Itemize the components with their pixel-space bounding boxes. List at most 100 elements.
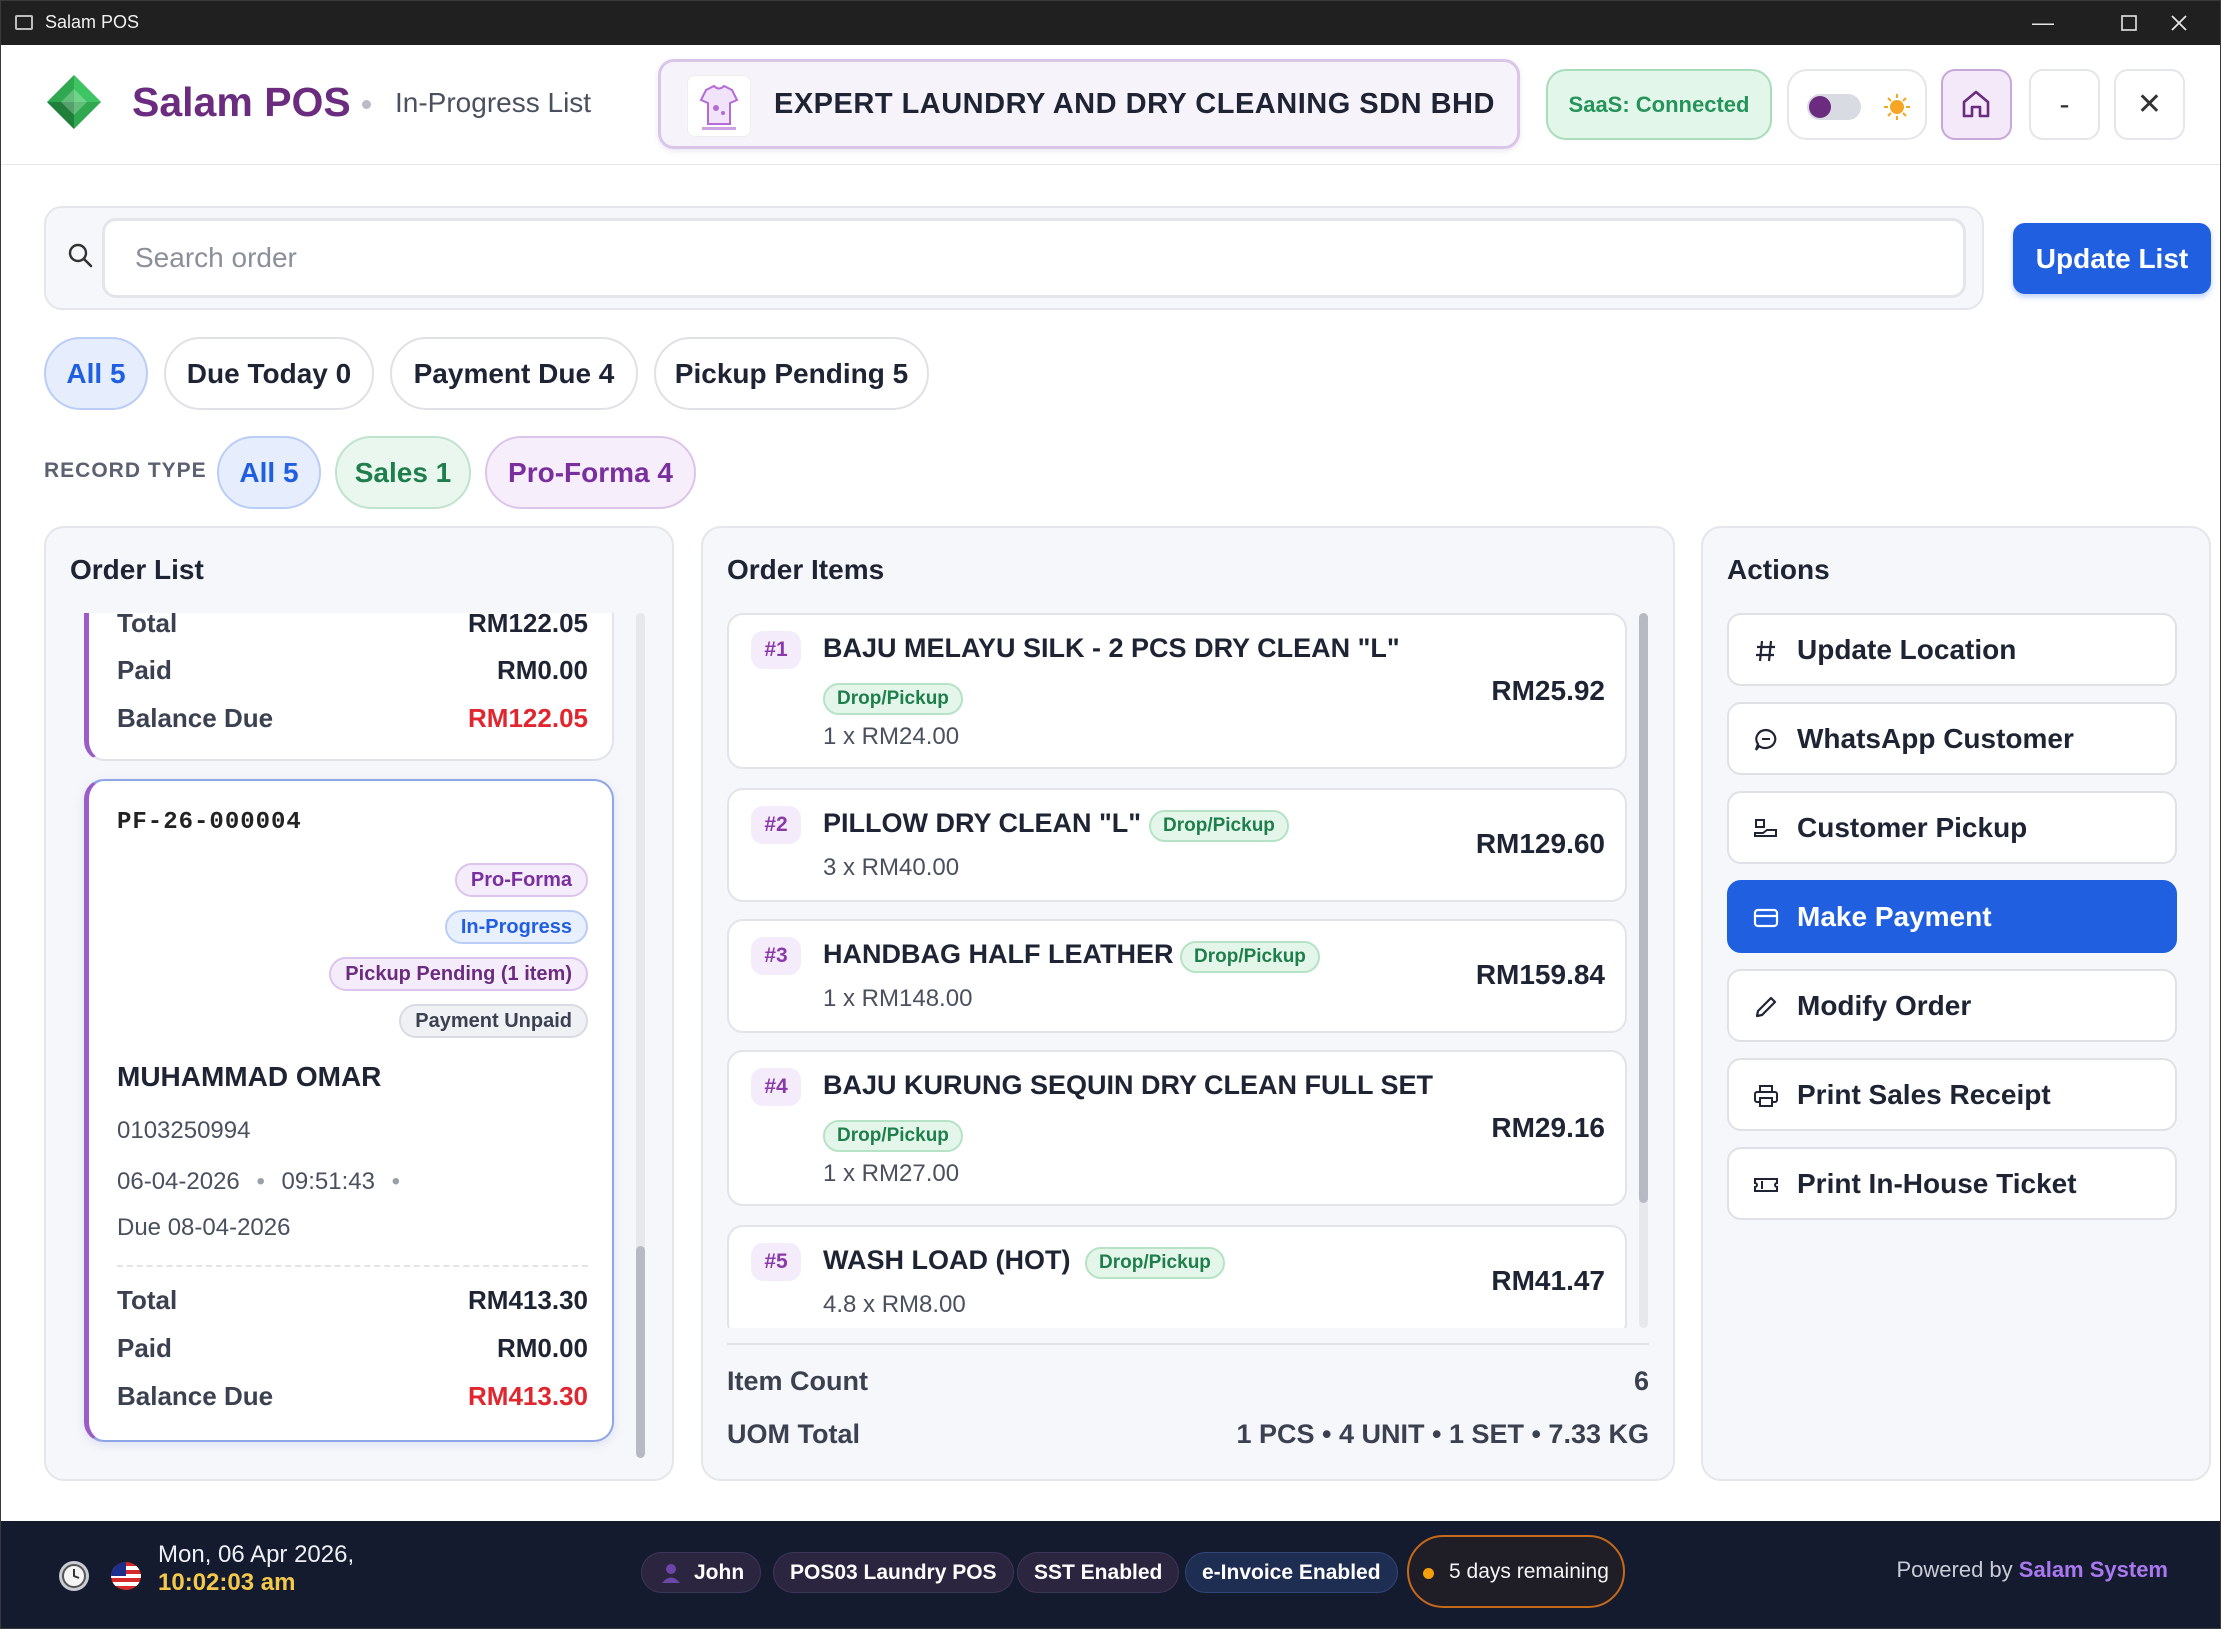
order-card[interactable]: Total RM122.05 Paid RM0.00 Balance Due RM12…	[84, 613, 614, 761]
item-qty: 1 x RM148.00	[823, 985, 973, 1012]
whatsapp-customer-button[interactable]: WhatsApp Customer	[1727, 702, 2177, 775]
maximize-icon	[2121, 15, 2137, 31]
minus-icon: -	[2059, 88, 2070, 121]
tag-payment-unpaid: Payment Unpaid	[399, 1004, 588, 1038]
window-title: Salam POS	[45, 12, 140, 32]
tag-pickup-pending: Pickup Pending (1 item)	[329, 957, 588, 991]
record-type-sales[interactable]: Sales 1	[335, 436, 471, 509]
salam-logo-icon	[47, 75, 101, 129]
powered-by-link[interactable]: Salam System	[2019, 1557, 2168, 1582]
license-days-chip: 5 days remaining	[1407, 1535, 1625, 1608]
button-label: WhatsApp Customer	[1797, 723, 2074, 754]
status-footer: Mon, 06 Apr 2026, 10:02:03 am John POS03…	[1, 1521, 2220, 1628]
search-input[interactable]	[102, 218, 1966, 298]
item-qty: 1 x RM24.00	[823, 723, 960, 750]
order-item-card[interactable]: #2 PILLOW DRY CLEAN "L" Drop/Pickup 3 x …	[727, 788, 1627, 902]
filter-payment-due[interactable]: Payment Due 4	[390, 337, 638, 410]
order-items-panel: Order Items #1 BAJU MELAYU SILK - 2 PCS …	[701, 526, 1675, 1481]
sst-chip: SST Enabled	[1017, 1552, 1180, 1593]
filter-pickup-pending[interactable]: Pickup Pending 5	[654, 337, 929, 410]
record-type-proforma[interactable]: Pro-Forma 4	[485, 436, 696, 509]
item-name: HANDBAG HALF LEATHER	[823, 939, 1174, 969]
item-name: BAJU KURUNG SEQUIN DRY CLEAN FULL SET	[823, 1070, 1434, 1100]
paid-value: RM0.00	[496, 1333, 588, 1363]
order-item-card[interactable]: #4 BAJU KURUNG SEQUIN DRY CLEAN FULL SET…	[727, 1050, 1627, 1206]
item-price: RM159.84	[1475, 959, 1605, 990]
search-icon	[68, 243, 93, 268]
tag-in-progress: In-Progress	[444, 910, 588, 944]
balance-label: Balance Due	[117, 1381, 274, 1411]
print-in-house-ticket-button[interactable]: Print In-House Ticket	[1727, 1147, 2177, 1220]
record-type-label: RECORD TYPE	[44, 459, 207, 482]
user-icon	[662, 1564, 680, 1583]
order-card-selected[interactable]: PF-26-000004 Pro-Forma In-Progress Picku…	[84, 779, 614, 1442]
app-icon	[15, 15, 33, 30]
user-chip: John	[641, 1552, 762, 1593]
printer-icon	[1754, 1085, 1778, 1107]
item-price: RM41.47	[1491, 1265, 1605, 1296]
order-item-card[interactable]: #3 HANDBAG HALF LEATHER Drop/Pickup 1 x …	[727, 919, 1627, 1033]
order-items-scroll-thumb[interactable]	[1639, 613, 1648, 1203]
home-icon	[1962, 90, 1990, 118]
customer-pickup-button[interactable]: Customer Pickup	[1727, 791, 2177, 864]
terminal-chip: POS03 Laundry POS	[773, 1552, 1014, 1593]
filter-due-today[interactable]: Due Today 0	[164, 337, 374, 410]
home-button[interactable]	[1941, 69, 2012, 140]
theme-toggle[interactable]	[1787, 69, 1927, 140]
order-item-card[interactable]: #1 BAJU MELAYU SILK - 2 PCS DRY CLEAN "L…	[727, 613, 1627, 769]
status-dot-icon	[1423, 1568, 1434, 1579]
clock-icon	[59, 1561, 89, 1591]
minimize-app-button[interactable]: -	[2029, 69, 2100, 140]
uom-total-label: UOM Total	[727, 1419, 860, 1449]
powered-by-label: Powered by	[1896, 1557, 2013, 1582]
order-date: 06-04-2026	[117, 1168, 240, 1195]
order-item-card[interactable]: #5 WASH LOAD (HOT) Drop/Pickup 4.8 x RM8…	[727, 1225, 1627, 1328]
total-value: RM122.05	[468, 613, 588, 638]
paid-label: Paid	[117, 655, 172, 685]
days-remaining: 5 days remaining	[1449, 1560, 1609, 1583]
actions-title: Actions	[1727, 554, 1830, 585]
window-minimize-button[interactable]: —	[2000, 1, 2086, 45]
make-payment-button[interactable]: Make Payment	[1727, 880, 2177, 953]
company-banner: EXPERT LAUNDRY AND DRY CLEANING SDN BHD	[658, 59, 1520, 149]
order-items-title: Order Items	[727, 554, 885, 585]
update-list-button[interactable]: Update List	[2013, 223, 2211, 294]
page-title: In-Progress List	[395, 87, 592, 118]
modify-order-button[interactable]: Modify Order	[1727, 969, 2177, 1042]
print-sales-receipt-button[interactable]: Print Sales Receipt	[1727, 1058, 2177, 1131]
item-number: #2	[751, 806, 801, 844]
drop-pickup-tag: Drop/Pickup	[1085, 1247, 1225, 1279]
item-count-value: 6	[1633, 1366, 1649, 1396]
tag-pro-forma: Pro-Forma	[454, 863, 588, 897]
window-close-button[interactable]	[2136, 1, 2220, 45]
record-type-all[interactable]: All 5	[217, 436, 321, 509]
item-qty: 1 x RM27.00	[823, 1160, 960, 1187]
order-list-panel: Order List Total RM122.05 Paid RM0.00 Bala…	[44, 526, 674, 1481]
order-items-scroll[interactable]: #1 BAJU MELAYU SILK - 2 PCS DRY CLEAN "L…	[727, 613, 1627, 1328]
filter-all[interactable]: All 5	[44, 337, 148, 410]
item-count-label: Item Count	[727, 1366, 868, 1396]
paid-label: Paid	[117, 1333, 172, 1363]
company-logo	[687, 75, 751, 137]
order-list-title: Order List	[70, 554, 204, 585]
item-qty: 3 x RM40.00	[823, 854, 960, 881]
item-price: RM29.16	[1491, 1112, 1605, 1143]
item-number: #3	[751, 937, 801, 975]
order-list-scroll[interactable]: Total RM122.05 Paid RM0.00 Balance Due RM12…	[70, 613, 662, 1458]
item-qty: 4.8 x RM8.00	[823, 1291, 966, 1318]
item-price: RM25.92	[1491, 675, 1605, 706]
app-brand: Salam POS	[132, 79, 351, 125]
order-list-scroll-thumb[interactable]	[636, 1246, 645, 1458]
item-name: PILLOW DRY CLEAN "L"	[823, 808, 1142, 838]
saas-status-badge: SaaS: Connected	[1546, 69, 1772, 140]
order-number: PF-26-000004	[117, 809, 302, 836]
drop-pickup-tag: Drop/Pickup	[1180, 941, 1320, 973]
update-location-button[interactable]: Update Location	[1727, 613, 2177, 686]
button-label: Make Payment	[1797, 901, 1992, 932]
close-app-button[interactable]: ✕	[2114, 69, 2185, 140]
balance-value: RM413.30	[468, 1381, 588, 1411]
total-label: Total	[117, 613, 178, 638]
total-label: Total	[117, 1285, 178, 1315]
powered-by: Powered by Salam System	[1896, 1557, 2168, 1583]
item-name: BAJU MELAYU SILK - 2 PCS DRY CLEAN "L"	[823, 633, 1400, 663]
